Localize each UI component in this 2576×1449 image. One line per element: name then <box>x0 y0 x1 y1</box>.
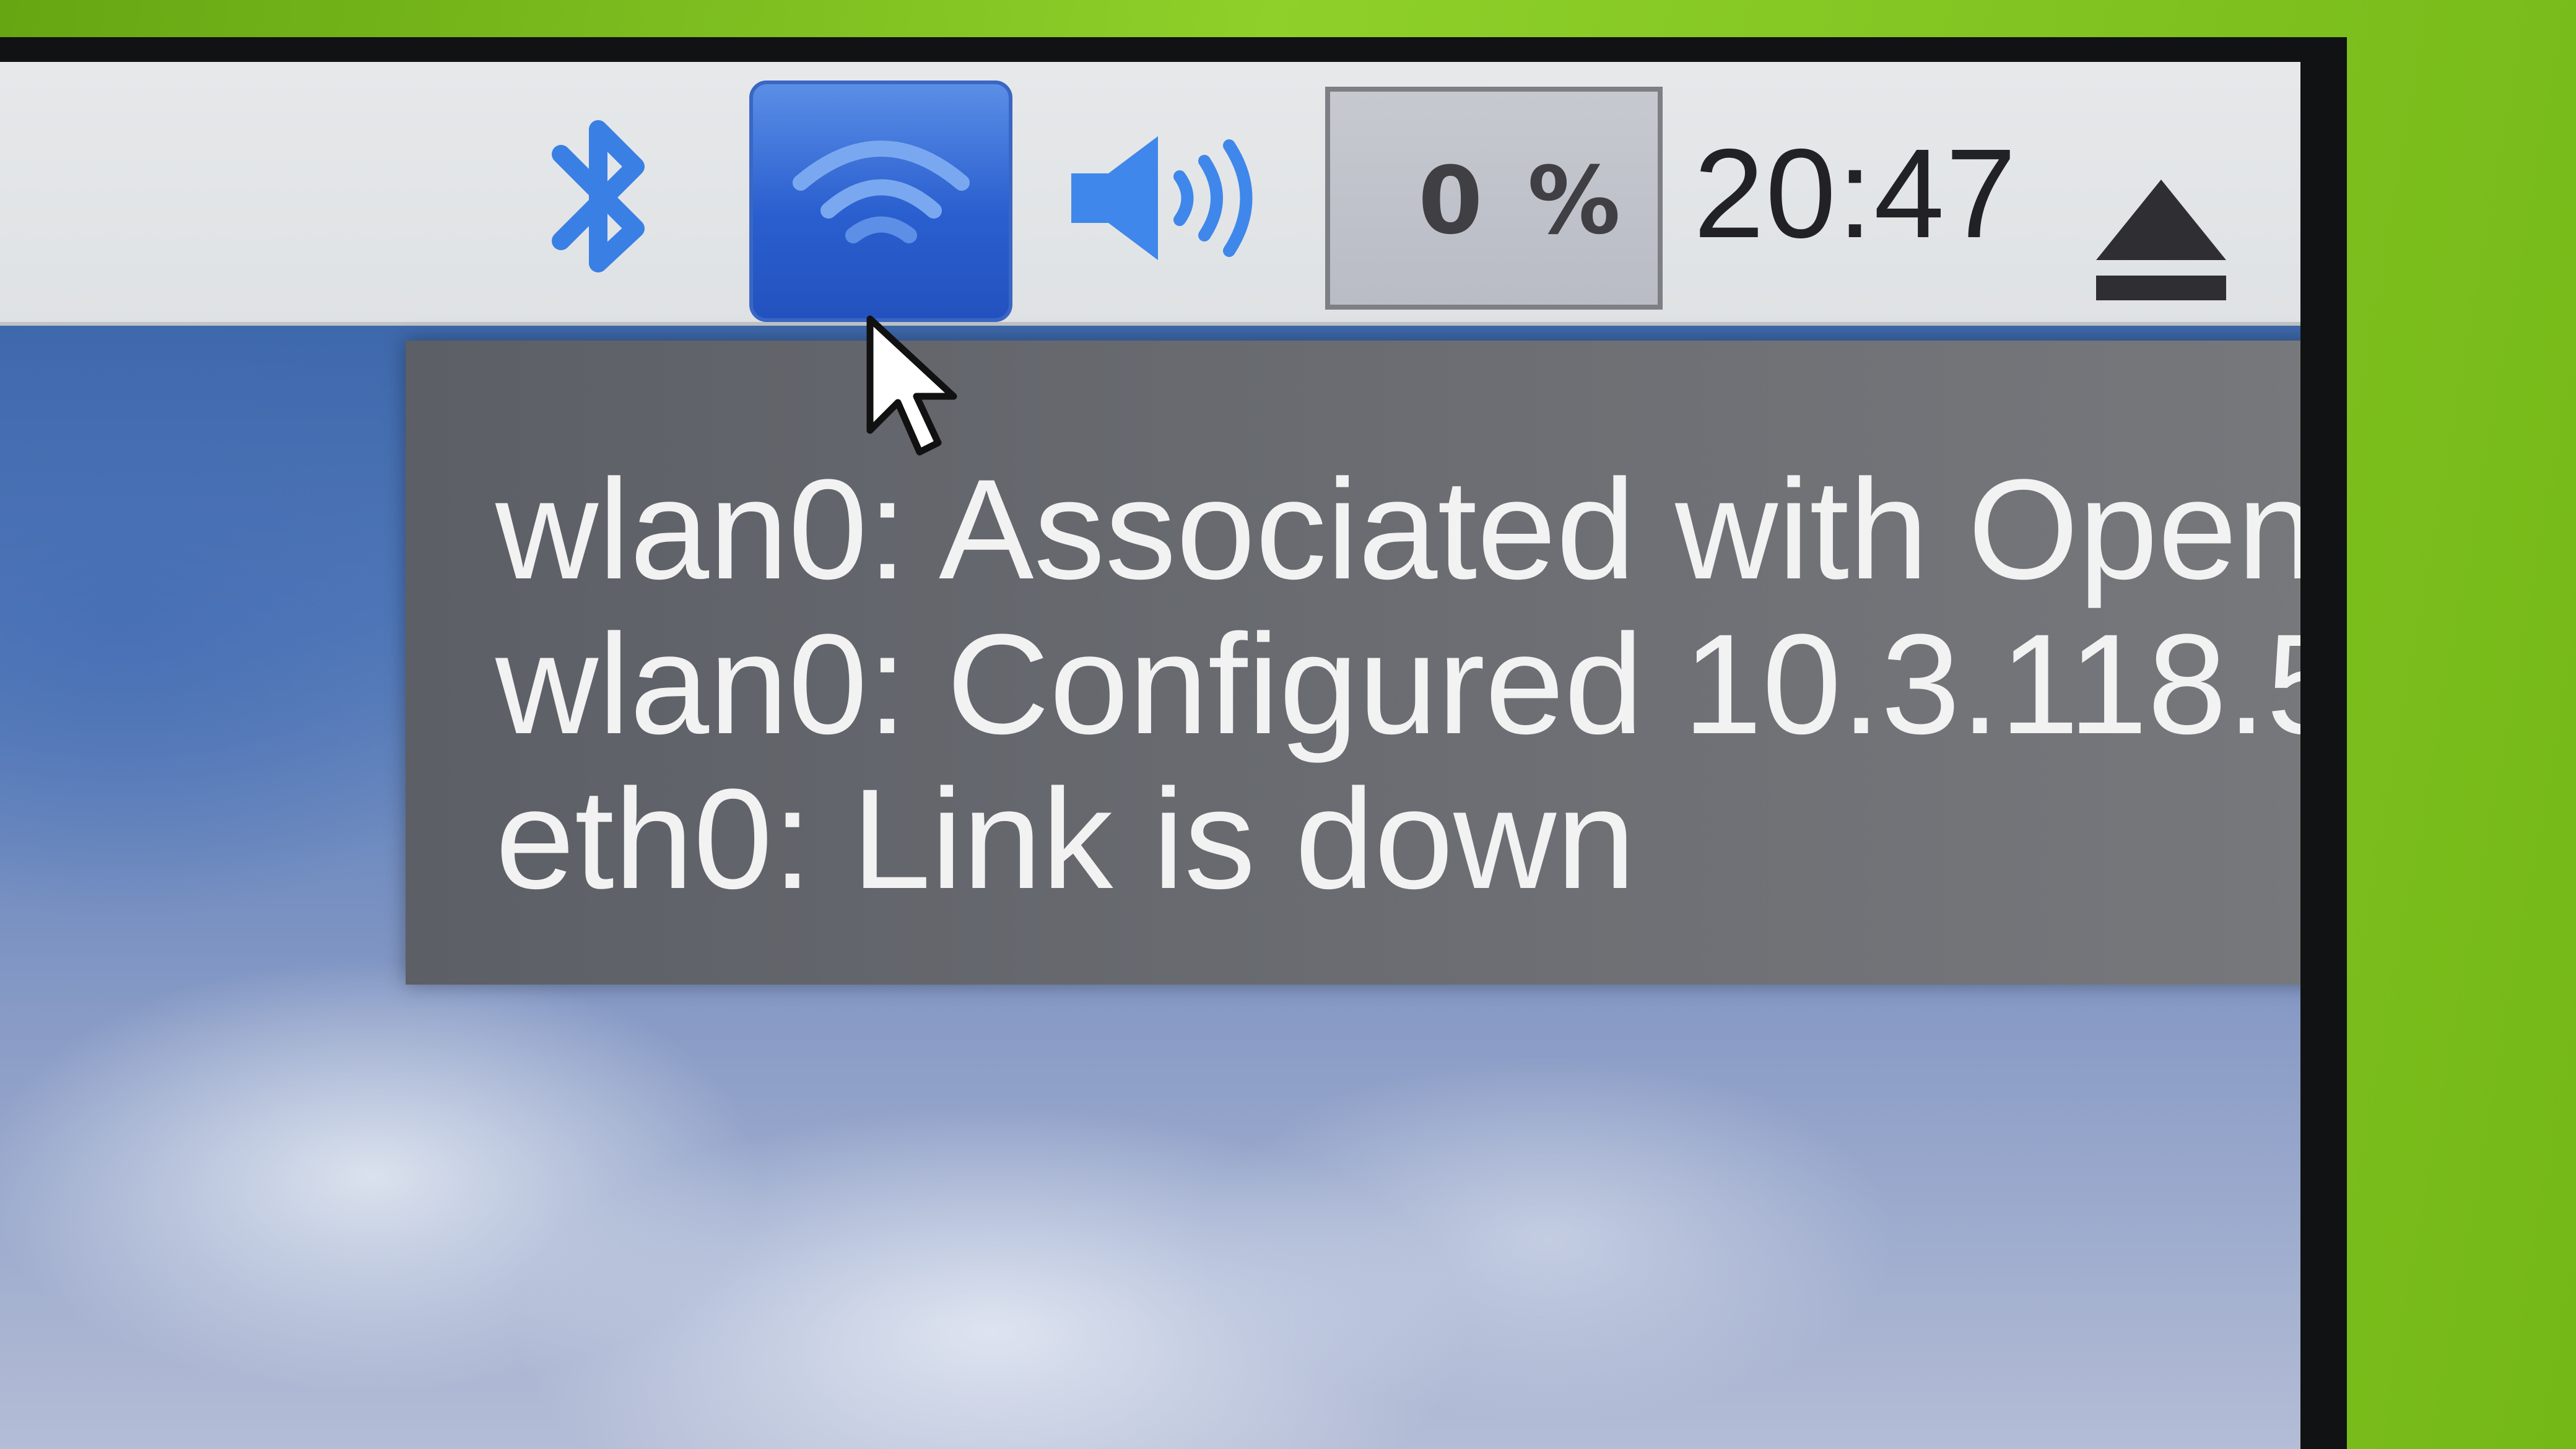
volume-icon <box>1071 136 1253 260</box>
tooltip-line-wlan0-config: wlan0: Configured 10.3.118.54/16 <box>495 604 2300 764</box>
wifi-icon <box>792 141 970 243</box>
clock[interactable]: 20:47 <box>1694 130 2017 257</box>
cpu-usage-value: 0 % <box>1418 147 1627 255</box>
volume-button[interactable] <box>1053 105 1276 291</box>
tooltip-line-wlan0-association: wlan0: Associated with OpenDay <box>495 450 2300 609</box>
mouse-pointer-icon <box>866 315 957 456</box>
cpu-monitor[interactable]: 0 % <box>1325 87 1663 310</box>
wifi-button[interactable] <box>749 80 1012 322</box>
tooltip-line-eth0-status: eth0: Link is down <box>495 759 1636 918</box>
bluetooth-icon <box>552 120 645 272</box>
eject-button[interactable] <box>2081 161 2242 334</box>
network-status-tooltip: wlan0: Associated with OpenDay wlan0: Co… <box>406 341 2300 985</box>
bluetooth-button[interactable] <box>526 99 675 297</box>
desktop-screen: 0 % 20:47 wlan0: Associated with OpenDay… <box>0 62 2300 1449</box>
eject-icon <box>2096 180 2226 300</box>
taskbar-panel: 0 % 20:47 <box>0 62 2300 326</box>
